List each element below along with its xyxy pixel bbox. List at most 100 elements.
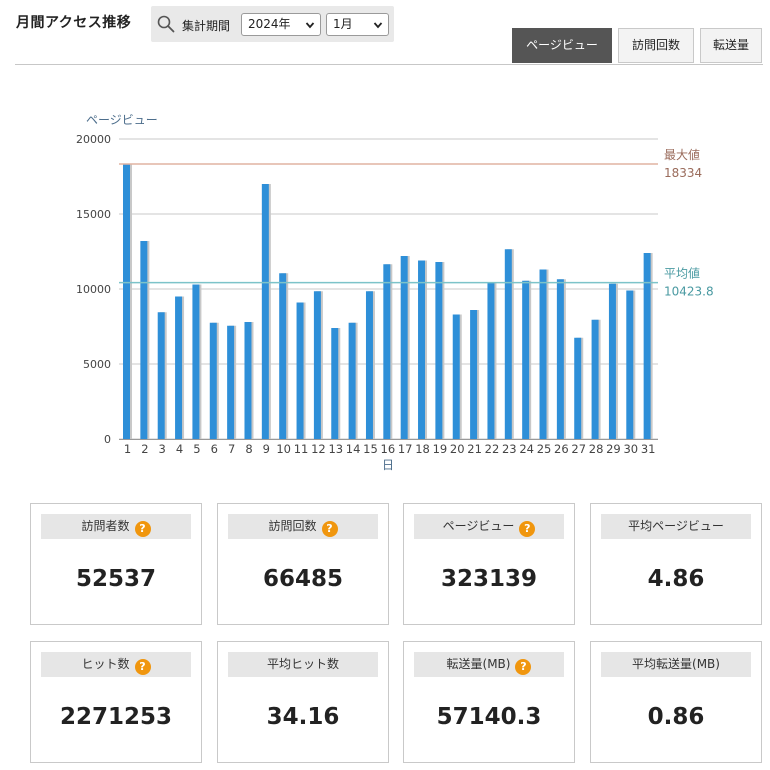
bar — [418, 260, 426, 439]
help-icon[interactable]: ? — [134, 659, 151, 675]
x-tick-label: 19 — [433, 442, 448, 456]
metric-tabs: ページビュー 訪問回数 転送量 — [512, 28, 762, 63]
average-value: 10423.8 — [664, 285, 714, 299]
bar — [556, 279, 564, 439]
card-label: 転送量(MB) — [446, 657, 511, 671]
x-tick-label: 25 — [537, 442, 552, 456]
bar — [365, 291, 373, 439]
card-hits: ヒット数? 2271253 — [30, 641, 202, 763]
tab-pageview[interactable]: ページビュー — [512, 28, 612, 63]
card-visits: 訪問回数? 66485 — [217, 503, 389, 625]
bar — [123, 163, 130, 440]
bar — [539, 269, 547, 439]
y-tick-label: 5000 — [83, 358, 111, 371]
card-label: 訪問回数 — [268, 519, 317, 533]
y-tick-label: 10000 — [76, 283, 111, 296]
search-icon — [157, 15, 175, 33]
bar — [192, 284, 200, 439]
bar — [470, 310, 478, 439]
average-label: 平均値 — [664, 266, 700, 281]
x-tick-label: 10 — [276, 442, 291, 456]
card-avg-transfer: 平均転送量(MB) 0.86 — [590, 641, 762, 763]
card-value: 2271253 — [59, 704, 173, 730]
card-value: 57140.3 — [436, 704, 542, 730]
period-label: 集計期間 — [182, 19, 231, 33]
x-tick-label: 20 — [450, 442, 465, 456]
x-tick-label: 6 — [211, 442, 218, 456]
card-visitors: 訪問者数? 52537 — [30, 503, 202, 625]
bar — [244, 322, 252, 439]
bar — [227, 325, 235, 439]
x-tick-label: 5 — [193, 442, 200, 456]
bar — [175, 296, 183, 439]
x-tick-label: 21 — [467, 442, 482, 456]
year-select-value: 2024年 — [248, 17, 291, 31]
bar — [140, 241, 148, 439]
card-label: 訪問者数 — [81, 519, 130, 533]
x-tick-label: 22 — [485, 442, 500, 456]
card-label: ページビュー — [442, 519, 515, 533]
month-select-value: 1月 — [333, 17, 353, 31]
daily-pageview-chart: ページビュー050001000015000200001 2 3 4 5 6 7 8 9 10 11 1… — [76, 113, 714, 472]
max-value: 18334 — [664, 166, 702, 180]
card-label: 平均ページビュー — [628, 519, 724, 533]
y-tick-label: 0 — [104, 433, 111, 446]
x-tick-label: 9 — [263, 442, 270, 456]
chevron-down-icon — [373, 22, 383, 29]
x-tick-label: 8 — [245, 442, 252, 456]
help-icon[interactable]: ? — [515, 659, 532, 675]
card-value: 52537 — [75, 566, 157, 592]
y-tick-label: 20000 — [76, 133, 111, 146]
card-pageviews: ページビュー? 323139 — [403, 503, 575, 625]
card-avg-pageviews: 平均ページビュー 4.86 — [590, 503, 762, 625]
x-tick-label: 14 — [346, 442, 361, 456]
x-tick-label: 1 — [124, 442, 131, 456]
card-value: 34.16 — [266, 704, 340, 730]
x-tick-label: 17 — [398, 442, 413, 456]
help-icon[interactable]: ? — [134, 521, 151, 537]
chevron-down-icon — [305, 22, 315, 29]
tab-visits[interactable]: 訪問回数 — [618, 28, 694, 63]
card-transfer: 転送量(MB)? 57140.3 — [403, 641, 575, 763]
x-tick-label: 29 — [606, 442, 621, 456]
year-select[interactable]: 2024年 — [241, 13, 321, 36]
x-tick-label: 30 — [623, 442, 638, 456]
x-tick-label: 11 — [294, 442, 309, 456]
x-tick-label: 4 — [176, 442, 183, 456]
x-tick-label: 23 — [502, 442, 517, 456]
x-tick-label: 31 — [641, 442, 656, 456]
month-select[interactable]: 1月 — [326, 13, 389, 36]
page-title: 月間アクセス推移 — [16, 15, 132, 31]
max-label: 最大値 — [664, 147, 700, 162]
bar — [296, 302, 304, 439]
x-tick-label: 26 — [554, 442, 569, 456]
bar — [313, 291, 321, 439]
card-avg-hits: 平均ヒット数 34.16 — [217, 641, 389, 763]
bar — [643, 253, 651, 439]
bar — [209, 322, 217, 439]
x-axis-title: 日 — [382, 458, 394, 472]
card-value: 4.86 — [647, 566, 705, 592]
bar — [574, 337, 582, 439]
x-tick-label: 18 — [415, 442, 430, 456]
bar — [279, 273, 287, 439]
card-label: 平均転送量(MB) — [632, 657, 720, 671]
period-filter: 集計期間 2024年 1月 — [151, 6, 394, 42]
card-value: 0.86 — [647, 704, 705, 730]
card-label: 平均ヒット数 — [266, 657, 339, 671]
header-divider — [15, 64, 763, 65]
help-icon[interactable]: ? — [321, 521, 338, 537]
card-value: 323139 — [440, 566, 538, 592]
x-tick-label: 16 — [381, 442, 396, 456]
x-tick-label: 28 — [589, 442, 604, 456]
tab-transfer[interactable]: 転送量 — [700, 28, 762, 63]
bar — [522, 280, 530, 439]
bar — [452, 314, 460, 439]
x-tick-label: 2 — [141, 442, 148, 456]
x-tick-label: 24 — [519, 442, 534, 456]
x-tick-label: 12 — [311, 442, 326, 456]
bar — [608, 283, 616, 439]
bar — [591, 319, 599, 439]
help-icon[interactable]: ? — [519, 521, 536, 537]
x-tick-label: 15 — [363, 442, 378, 456]
